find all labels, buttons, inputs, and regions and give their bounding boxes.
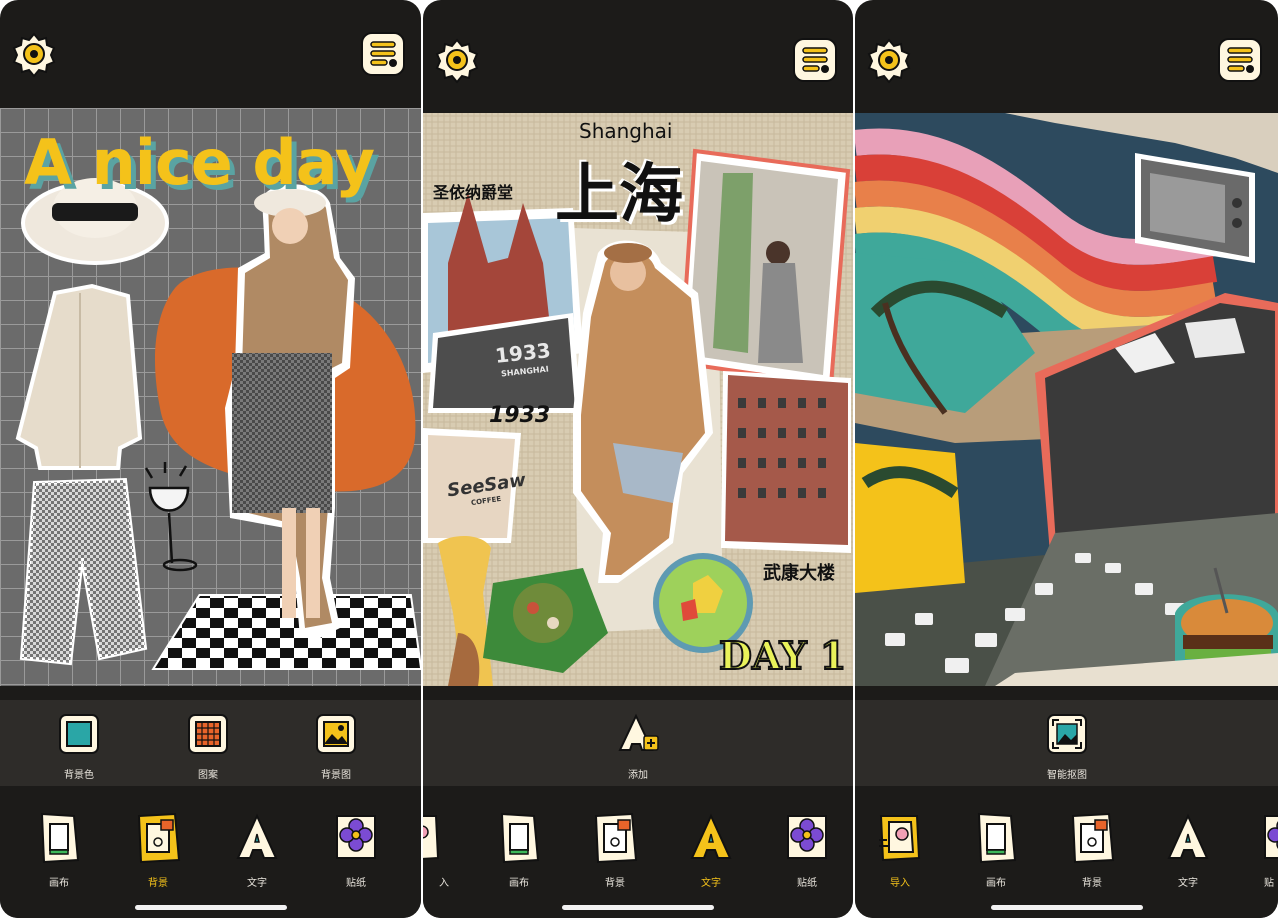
tab-sticker[interactable]: 贴 xyxy=(1248,810,1278,889)
tool-pattern[interactable]: 图案 xyxy=(168,712,248,781)
import-photo-icon xyxy=(879,815,921,862)
street-photo xyxy=(678,148,851,388)
tab-label: 画布 xyxy=(49,878,69,889)
wine-glass-doodle xyxy=(144,462,198,572)
smart-cutout-icon xyxy=(1047,714,1087,754)
list-menu-icon[interactable] xyxy=(791,36,839,84)
tool-background-image[interactable]: 背景图 xyxy=(296,712,376,781)
tab-import[interactable]: 导入 xyxy=(864,810,936,889)
tool-label: 智能抠图 xyxy=(1047,770,1087,781)
letter-a-icon xyxy=(236,813,278,859)
tab-text[interactable]: 文字 xyxy=(221,810,293,889)
collage-canvas[interactable]: A nice day xyxy=(0,108,421,686)
pattern-grid-icon xyxy=(188,714,228,754)
list-menu-icon[interactable] xyxy=(359,30,407,78)
bottom-tab-bar: 导入 画布 背景 文字 贴 xyxy=(855,786,1278,918)
tab-background[interactable]: 背景 xyxy=(579,810,651,889)
phone-screen-import: 智能抠图 导入 画布 背景 文字 贴 xyxy=(855,0,1278,918)
tab-sticker[interactable]: 贴纸 xyxy=(320,810,392,889)
tab-canvas[interactable]: 画布 xyxy=(960,810,1032,889)
tab-label: 贴 xyxy=(1264,878,1274,889)
home-indicator xyxy=(562,905,714,910)
background-icon xyxy=(594,812,638,864)
canvas-icon xyxy=(977,812,1017,864)
flower-sticker-icon xyxy=(1264,815,1278,859)
sub-toolbar: 智能抠图 xyxy=(855,700,1278,786)
palm-tree-left-bottom xyxy=(855,443,965,593)
church-label-text[interactable]: 圣依纳爵堂 xyxy=(433,179,513,203)
top-bar xyxy=(423,0,853,108)
collage-canvas[interactable] xyxy=(855,113,1278,686)
canvas-icon xyxy=(40,812,80,864)
background-icon xyxy=(1071,812,1115,864)
bottom-tab-bar: 入 画布 背景 文字 贴纸 xyxy=(423,786,853,918)
image-icon xyxy=(316,714,356,754)
pants-sticker xyxy=(19,477,148,666)
tab-background[interactable]: 背景 xyxy=(122,810,194,889)
tab-label: 背景 xyxy=(1082,878,1102,889)
tab-text[interactable]: 文字 xyxy=(675,810,747,889)
list-menu-icon[interactable] xyxy=(1216,36,1264,84)
tool-label: 背景图 xyxy=(321,770,351,781)
sub-toolbar: 背景色 图案 背景图 xyxy=(0,700,421,786)
gear-icon[interactable] xyxy=(865,36,913,84)
collage-artwork xyxy=(855,113,1278,686)
building-photo xyxy=(721,371,851,553)
tab-text[interactable]: 文字 xyxy=(1152,810,1224,889)
tool-background-color[interactable]: 背景色 xyxy=(39,712,119,781)
tab-label: 导入 xyxy=(890,878,910,889)
phone-screen-background: A nice day 背景色 图案 背景图 画布 背景 文字 贴纸 xyxy=(0,0,421,918)
building-label-text[interactable]: 武康大楼 xyxy=(763,559,835,585)
tool-label: 图案 xyxy=(198,770,218,781)
bottom-tab-bar: 画布 背景 文字 贴纸 xyxy=(0,786,421,918)
import-icon xyxy=(423,815,440,860)
tab-sticker[interactable]: 贴纸 xyxy=(771,810,843,889)
gear-icon[interactable] xyxy=(433,36,481,84)
year-text[interactable]: 1933 xyxy=(489,403,550,428)
home-indicator xyxy=(990,905,1143,910)
city-english-text[interactable]: Shanghai xyxy=(579,119,673,143)
letter-a-icon xyxy=(690,813,732,859)
flower-sticker-icon xyxy=(787,815,827,859)
flower-sticker-icon xyxy=(336,815,376,859)
tab-label: 背景 xyxy=(605,878,625,889)
tool-label: 背景色 xyxy=(64,770,94,781)
tab-canvas[interactable]: 画布 xyxy=(23,810,95,889)
top-bar xyxy=(0,0,421,108)
tab-label: 入 xyxy=(439,878,449,889)
letter-a-icon xyxy=(1167,813,1209,859)
background-icon xyxy=(137,812,181,864)
canvas-icon xyxy=(500,812,540,864)
tab-label: 画布 xyxy=(509,878,529,889)
gear-icon[interactable] xyxy=(10,30,58,78)
tab-label: 文字 xyxy=(1178,878,1198,889)
home-indicator xyxy=(134,905,287,910)
sub-toolbar: 添加 xyxy=(423,700,853,786)
add-text-icon xyxy=(618,713,659,751)
tab-label: 贴纸 xyxy=(346,878,366,889)
collage-canvas[interactable]: Shanghai 上海 圣依纳爵堂 1933 SHANGHAI 1933 See… xyxy=(423,113,853,686)
canvas-title-text[interactable]: A nice day xyxy=(24,126,375,199)
tab-label: 画布 xyxy=(986,878,1006,889)
tab-canvas[interactable]: 画布 xyxy=(483,810,555,889)
tool-smart-cutout[interactable]: 智能抠图 xyxy=(1027,712,1107,781)
tool-add-text[interactable]: 添加 xyxy=(598,712,678,781)
tab-import[interactable]: 入 xyxy=(423,810,455,889)
jacket-sticker xyxy=(15,283,143,470)
city-chinese-text[interactable]: 上海 xyxy=(555,143,683,235)
tool-label: 添加 xyxy=(628,770,648,781)
tab-background[interactable]: 背景 xyxy=(1056,810,1128,889)
day-label-text[interactable]: DAY 1 xyxy=(718,632,847,679)
tab-label: 背景 xyxy=(148,878,168,889)
phone-screen-text: Shanghai 上海 圣依纳爵堂 1933 SHANGHAI 1933 See… xyxy=(423,0,853,918)
color-swatch-icon xyxy=(59,714,99,754)
tab-label: 贴纸 xyxy=(797,878,817,889)
tab-label: 文字 xyxy=(701,878,721,889)
top-bar xyxy=(855,0,1278,108)
tab-label: 文字 xyxy=(247,878,267,889)
